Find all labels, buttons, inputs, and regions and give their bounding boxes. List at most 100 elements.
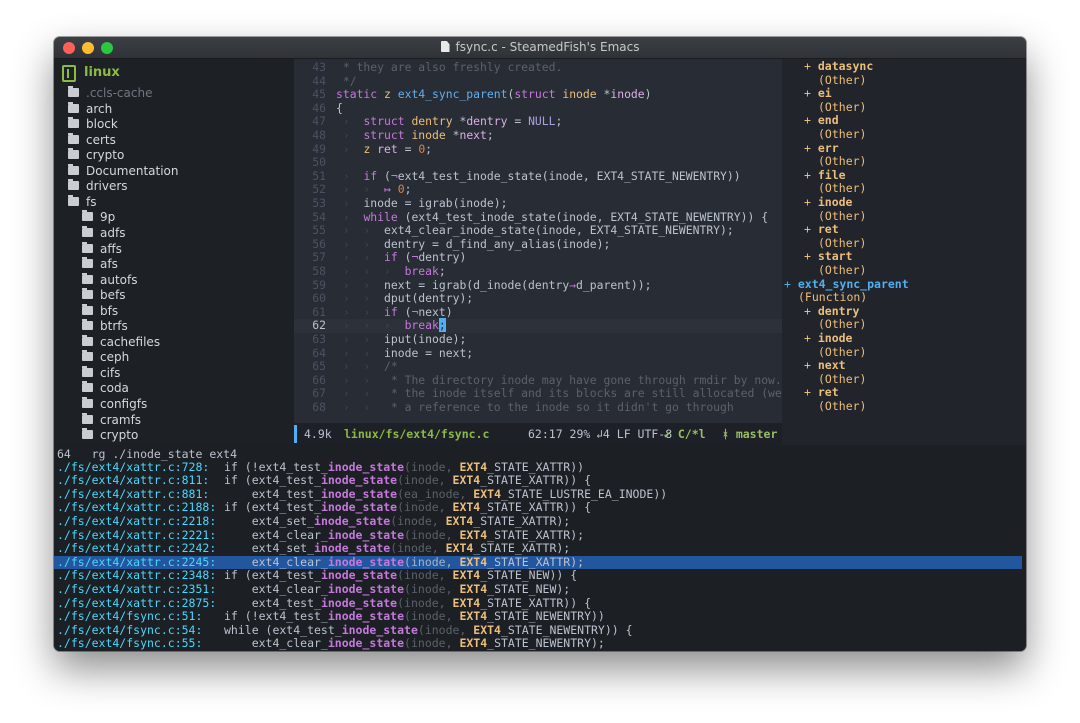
code-line[interactable]: 65 › › /* xyxy=(294,359,782,374)
rg-result-row[interactable]: ./fs/ext4/fsync.c:51: if (!ext4_test_inod… xyxy=(54,609,1022,624)
rg-result-row[interactable]: ./fs/ext4/xattr.c:811: if (ext4_test_inod… xyxy=(54,473,1022,488)
outline-symbol[interactable]: + ret xyxy=(804,222,839,237)
rg-result-row[interactable]: ./fs/ext4/xattr.c:2875: ext4_test_inode_… xyxy=(54,596,1022,611)
tree-item[interactable]: adfs xyxy=(82,225,125,241)
rg-file-location[interactable]: ./fs/ext4/xattr.c:2221: xyxy=(57,528,216,543)
code-line[interactable]: 58 › › › break; xyxy=(294,264,782,279)
rg-result-row[interactable]: ./fs/ext4/xattr.c:2348: if (ext4_test_ino… xyxy=(54,568,1022,583)
rg-result-row[interactable]: ./fs/ext4/xattr.c:2221: ext4_clear_inode… xyxy=(54,528,1022,543)
code-line[interactable]: 60 › › dput(dentry); xyxy=(294,291,782,306)
rg-result-row[interactable]: ./fs/ext4/xattr.c:2245: ext4_clear_inode… xyxy=(54,555,1022,570)
code-token: * The directory inode may have gone thro… xyxy=(384,372,782,387)
tree-item[interactable]: drivers xyxy=(68,179,128,194)
outline-symbol[interactable]: + end xyxy=(804,114,839,128)
tree-item[interactable]: ceph xyxy=(82,350,129,365)
code-line[interactable]: 45 static z ext4_sync_parent(struct inode… xyxy=(294,87,782,102)
tree-item[interactable]: arch xyxy=(68,101,112,117)
code-line[interactable]: 51 › if (¬ext4_test_inode_state(inode, E… xyxy=(294,169,782,184)
rg-post: _STATE_NEWENTRY)) { xyxy=(500,622,633,637)
tree-item[interactable]: afs xyxy=(82,257,118,272)
tree-item[interactable]: bfs xyxy=(82,303,118,319)
code-line[interactable]: 53 › inode = igrab(inode); xyxy=(294,196,782,211)
tree-item[interactable]: certs xyxy=(68,132,116,148)
code-line[interactable]: 49 › z ret = 0; xyxy=(294,142,782,157)
code-line[interactable]: 54 › while (ext4_test_inode_state(inode,… xyxy=(294,210,782,225)
rg-file-location[interactable]: ./fs/ext4/xattr.c:811: xyxy=(57,473,209,488)
outline-symbol[interactable]: + start xyxy=(804,250,852,264)
code-line[interactable]: 56 › › dentry = d_find_any_alias(inode); xyxy=(294,237,782,252)
rg-file-location[interactable]: ./fs/ext4/fsync.c:51: xyxy=(57,609,202,624)
rg-result-row[interactable]: ./fs/ext4/xattr.c:2188: if (ext4_test_ino… xyxy=(54,500,1022,515)
tree-item[interactable]: .ccls-cache xyxy=(68,86,152,101)
code-line[interactable]: 61 › › if (¬next) xyxy=(294,305,782,320)
tree-item[interactable]: Documentation xyxy=(68,163,179,179)
tree-item[interactable]: befs xyxy=(82,288,125,303)
rg-file-location[interactable]: ./fs/ext4/xattr.c:2875: xyxy=(57,596,216,611)
rg-file-location[interactable]: ./fs/ext4/xattr.c:2242: xyxy=(57,541,216,556)
tree-item[interactable]: cifs xyxy=(82,365,120,381)
rg-result-row[interactable]: ./fs/ext4/xattr.c:728: if (!ext4_test_ino… xyxy=(54,460,1022,475)
code-line[interactable]: 50 xyxy=(294,156,782,170)
outline-symbol[interactable]: + datasync xyxy=(804,59,873,74)
tree-item[interactable]: autofs xyxy=(82,272,137,288)
tree-item[interactable]: fs xyxy=(68,194,96,210)
rg-file-location[interactable]: ./fs/ext4/xattr.c:2188: xyxy=(57,501,216,515)
tree-item[interactable]: crypto xyxy=(68,148,124,163)
code-line[interactable]: 62 › › › break; xyxy=(294,318,782,333)
code-line[interactable]: 44 */ xyxy=(294,74,782,89)
tree-item[interactable]: coda xyxy=(82,381,129,396)
code-line[interactable]: 67 › › * the inode itself and its blocks… xyxy=(294,387,782,401)
tree-item[interactable]: crypto xyxy=(82,428,138,443)
code-line[interactable]: 55 › › ext4_clear_inode_state(inode, EXT… xyxy=(294,223,782,238)
rg-file-location[interactable]: ./fs/ext4/xattr.c:2348: xyxy=(57,569,216,583)
rg-result-row[interactable]: ./fs/ext4/xattr.c:2242: ext4_set_inode_s… xyxy=(54,541,1022,556)
rg-file-location[interactable]: ./fs/ext4/fsync.c:54: xyxy=(57,623,202,638)
tree-item[interactable]: affs xyxy=(82,241,122,257)
code-line[interactable]: 47 › struct dentry *dentry = NULL; xyxy=(294,115,782,129)
rg-result-row[interactable]: ./fs/ext4/xattr.c:2218: ext4_set_inode_s… xyxy=(54,514,1022,529)
code-line[interactable]: 59 › › next = igrab(d_inode(dentry→d_par… xyxy=(294,278,782,293)
code-line[interactable]: 43 * they are also freshly created. xyxy=(294,60,782,75)
code-line[interactable]: 63 › › iput(inode); xyxy=(294,332,782,347)
code-line[interactable]: 66 › › * The directory inode may have go… xyxy=(294,372,782,388)
outline-symbol[interactable]: + next xyxy=(804,358,846,373)
git-branch[interactable]: ᚼ master xyxy=(722,427,777,441)
buffer-path[interactable]: linux/fs/ext4/fsync.c xyxy=(344,427,489,441)
file-encoding[interactable]: ↲4 LF UTF-8 xyxy=(596,427,672,441)
rg-file-location[interactable]: ./fs/ext4/fsync.c:55: xyxy=(57,637,202,651)
outline-symbol[interactable]: + err xyxy=(804,141,839,156)
code-line[interactable]: 46 { xyxy=(294,101,782,116)
code-line[interactable]: 48 › struct inode *next; xyxy=(294,128,782,143)
rg-result-row[interactable]: ./fs/ext4/fsync.c:54: while (ext4_test_in… xyxy=(54,622,1022,638)
rg-file-location[interactable]: ./fs/ext4/xattr.c:2245: xyxy=(57,555,216,570)
code-editor[interactable]: 43 * they are also freshly created. 44 */… xyxy=(294,59,782,423)
rg-result-row[interactable]: ./fs/ext4/xattr.c:881: ext4_test_inode_s… xyxy=(54,487,1022,502)
tree-item[interactable]: cachefiles xyxy=(82,334,160,350)
rg-result-row[interactable]: ./fs/ext4/fsync.c:55: ext4_clear_inode_s… xyxy=(54,636,1022,651)
code-line[interactable]: 52 › › ↦ 0; xyxy=(294,183,782,197)
title-bar[interactable]: fsync.c - SteamedFish's Emacs xyxy=(54,37,1026,59)
outline-symbol[interactable]: + ret xyxy=(804,386,839,400)
major-mode[interactable]: ✔ C/*l xyxy=(664,427,706,441)
rg-match-text: ext4_set_inode_state(inode, EXT4_STATE_X… xyxy=(224,514,571,529)
outline-symbol[interactable]: + inode xyxy=(804,331,852,346)
code-line[interactable]: 64 › › inode = next; xyxy=(294,346,782,361)
rg-file-location[interactable]: ./fs/ext4/xattr.c:881: xyxy=(57,487,209,502)
outline-symbol[interactable]: + dentry xyxy=(804,304,859,319)
tree-item[interactable]: btrfs xyxy=(82,319,128,334)
outline-symbol[interactable]: + ei xyxy=(804,86,832,101)
outline-symbol[interactable]: + file xyxy=(804,168,846,183)
rg-file-location[interactable]: ./fs/ext4/xattr.c:728: xyxy=(57,460,209,475)
code-line[interactable]: 57 › › if (¬dentry) xyxy=(294,251,782,265)
tree-item[interactable]: block xyxy=(68,117,118,132)
tree-item[interactable]: cramfs xyxy=(82,412,141,428)
rg-result-row[interactable]: ./fs/ext4/xattr.c:2351: ext4_clear_inode… xyxy=(54,582,1022,597)
code-line[interactable]: 68 › › * a reference to the inode so it … xyxy=(294,400,782,415)
rg-file-location[interactable]: ./fs/ext4/xattr.c:2218: xyxy=(57,514,216,529)
rg-file-location[interactable]: ./fs/ext4/xattr.c:2351: xyxy=(57,582,216,597)
tree-item[interactable]: configfs xyxy=(82,397,147,412)
ripgrep-results[interactable]: 64 rg ./inode_state ext4 ./fs/ext4/xattr… xyxy=(54,445,1026,651)
outline-symbol[interactable]: + inode xyxy=(804,195,852,210)
outline-symbol[interactable]: + ext4_sync_parent xyxy=(784,277,909,292)
tree-item[interactable]: 9p xyxy=(82,210,115,225)
